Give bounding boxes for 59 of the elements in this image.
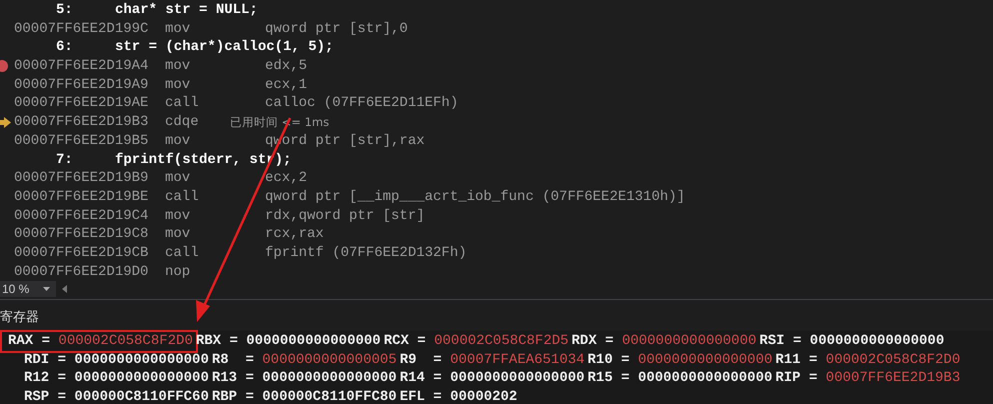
register-entry: R14 = 0000000000000000 — [400, 369, 586, 388]
register-entry: RSI = 0000000000000000 — [759, 332, 946, 351]
instruction-address: 00007FF6EE2D19A9 — [14, 76, 150, 94]
scroll-left-icon[interactable] — [62, 285, 68, 293]
instruction-mnemonic: mov — [165, 170, 190, 186]
instruction-mnemonic: mov — [165, 76, 190, 93]
instruction-mnemonic: call — [165, 244, 199, 261]
instruction-operands: rdx,qword ptr [str] — [265, 206, 425, 226]
source-line-number: 5: — [56, 1, 74, 20]
panel-title: 寄存器 — [0, 309, 40, 327]
register-entry: RSP = 000000C8110FFC60 — [24, 388, 210, 404]
register-entry: RAX = 000002C058C8F2D0 — [2, 332, 196, 351]
register-entry: R11 = 000002C058C8F2D0 — [775, 350, 962, 370]
zoom-dropdown[interactable]: 10 % — [0, 281, 56, 297]
instruction-address: 00007FF6EE2D19C4 — [14, 206, 150, 226]
instruction-mnemonic: mov — [165, 58, 190, 74]
source-line-number: 6: — [56, 38, 74, 58]
instruction-operands: qword ptr [str],0 — [265, 20, 408, 38]
instruction-mnemonic: call — [165, 95, 199, 112]
instruction-mnemonic: nop — [165, 264, 190, 280]
register-entry: RCX = 000002C058C8F2D5 — [384, 332, 570, 351]
instruction-operands: qword ptr [__imp___acrt_iob_func (07FF6EE2E1310h)] — [265, 188, 686, 207]
source-line-number: 7: — [56, 150, 74, 170]
register-entry: R12 = 0000000000000000 — [24, 369, 210, 388]
source-code: str = (char*)calloc(1, 5); — [115, 38, 334, 58]
instruction-address: 00007FF6EE2D19B5 — [14, 132, 150, 151]
source-code: char* str = NULL; — [115, 1, 258, 20]
instruction-address: 00007FF6EE2D19AE — [14, 94, 150, 114]
instruction-operands: rcx,rax — [265, 225, 324, 244]
instruction-address: 00007FF6EE2D19D0 — [14, 262, 150, 282]
instruction-address: 00007FF6EE2D199C — [14, 20, 150, 38]
register-entry: R8 = 0000000000000005 — [212, 350, 398, 370]
instruction-mnemonic: call — [165, 188, 199, 205]
register-entry: R13 = 0000000000000000 — [212, 369, 398, 388]
instruction-operands: calloc (07FF6EE2D11EFh) — [265, 94, 458, 114]
register-entry: R10 = 0000000000000000 — [588, 350, 774, 370]
instruction-address: 00007FF6EE2D19C8 — [14, 225, 150, 244]
instruction-address: 00007FF6EE2D19CB — [14, 244, 150, 263]
register-entry: R9 = 00007FFAEA651034 — [400, 350, 586, 370]
instruction-operands: ecx,2 — [265, 169, 308, 188]
register-entry: RIP = 00007FF6EE2D19B3 — [775, 369, 962, 388]
instruction-mnemonic: mov — [165, 208, 190, 224]
instruction-address: 00007FF6EE2D19B9 — [14, 169, 150, 188]
register-entry: RDX = 0000000000000000 — [572, 332, 758, 351]
instruction-mnemonic: cdqe — [165, 114, 199, 130]
instruction-operands: fprintf (07FF6EE2D132Fh) — [265, 244, 467, 263]
instruction-mnemonic: mov — [165, 226, 190, 242]
instruction-operands: ecx,1 — [265, 76, 308, 94]
instruction-mnemonic: mov — [165, 20, 190, 37]
instruction-address: 00007FF6EE2D19B3 — [14, 113, 150, 132]
instruction-operands: edx,5 — [265, 57, 308, 76]
caret-icon — [43, 287, 50, 291]
register-entry: R15 = 0000000000000000 — [588, 369, 774, 388]
instruction-address: 00007FF6EE2D19BE — [14, 188, 150, 207]
register-entry: RDI = 0000000000000000 — [24, 350, 210, 370]
register-entry: EFL = 00000202 — [400, 388, 518, 404]
instruction-mnemonic: mov — [165, 132, 190, 149]
instruction-address: 00007FF6EE2D19A4 — [14, 57, 150, 76]
register-entry: RBP = 000000C8110FFC80 — [212, 388, 398, 404]
